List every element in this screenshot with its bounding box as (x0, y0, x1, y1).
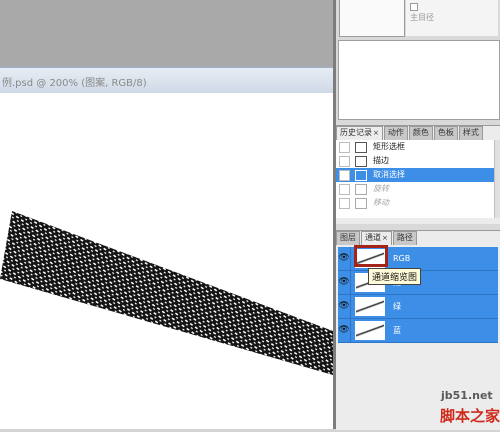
channel-label: 绿 (393, 302, 401, 311)
tab-history-label: 历史记录 (340, 128, 372, 137)
history-source-checkbox[interactable] (339, 141, 350, 153)
pattern-stripe-image (0, 211, 333, 375)
tab-layers-label: 图层 (340, 233, 356, 242)
history-source-checkbox[interactable] (339, 155, 350, 167)
history-source-checkbox[interactable] (339, 183, 350, 195)
right-panel-dock: 主目径 历史记录× 动作 颜色 色板 样式 矩形选框 描边 取消选择 旋转 移动… (336, 0, 500, 430)
history-item-label: 矩形选框 (373, 142, 405, 151)
channel-thumbnail-tooltip: 通道缩览图 (368, 268, 422, 285)
history-source-checkbox[interactable] (339, 197, 350, 209)
history-source-checkbox[interactable] (339, 169, 350, 181)
history-item[interactable]: 矩形选框 (336, 140, 494, 154)
info-panel-blank (338, 40, 500, 120)
tab-actions-label: 动作 (387, 128, 404, 137)
tab-color[interactable]: 颜色 (408, 126, 433, 140)
history-item-label: 描边 (373, 156, 389, 165)
deselect-icon (355, 169, 367, 181)
navigator-preview[interactable] (339, 0, 405, 37)
document-title: 例.psd @ 200% (图案, RGB/8) (2, 78, 147, 89)
tab-styles-label: 样式 (462, 128, 479, 137)
navigator-info: 主目径 (406, 0, 498, 36)
history-item-selected[interactable]: 取消选择 (336, 168, 494, 182)
tab-paths-label: 路径 (396, 233, 413, 242)
history-list: 矩形选框 描边 取消选择 旋转 移动 (336, 140, 494, 218)
marquee-icon (355, 141, 367, 153)
tab-actions[interactable]: 动作 (383, 126, 408, 140)
move-icon (355, 197, 367, 209)
history-panel: 历史记录× 动作 颜色 色板 样式 矩形选框 描边 取消选择 旋转 移动 (336, 125, 500, 224)
tab-channels[interactable]: 通道× (361, 231, 392, 245)
channel-row-blue[interactable]: 👁 蓝 (338, 319, 498, 343)
history-tab-strip: 历史记录× 动作 颜色 色板 样式 (336, 126, 500, 140)
tab-channels-label: 通道 (365, 233, 381, 242)
close-icon[interactable]: × (382, 234, 388, 242)
tab-swatches-label: 色板 (437, 128, 454, 137)
channel-label: RGB (393, 254, 411, 263)
history-item[interactable]: 移动 (336, 196, 494, 210)
history-item-label: 旋转 (373, 184, 389, 193)
close-icon[interactable]: × (373, 129, 379, 137)
document-titlebar[interactable]: 例.psd @ 200% (图案, RGB/8) (0, 67, 333, 94)
history-item-label: 移动 (373, 198, 389, 207)
eye-icon[interactable]: 👁 (338, 247, 351, 270)
watermark-logo-text: 脚本之家 (440, 407, 500, 425)
tab-layers[interactable]: 图层 (336, 231, 360, 245)
channel-row-green[interactable]: 👁 绿 (338, 295, 498, 319)
watermark-url: jb51.net (441, 389, 493, 402)
document-canvas[interactable] (0, 93, 333, 429)
navigator-label: 主目径 (410, 13, 434, 22)
eye-icon[interactable]: 👁 (338, 319, 351, 342)
navigator-checkbox[interactable] (410, 3, 418, 11)
channel-label: 蓝 (393, 326, 401, 335)
thumbnail-highlight-box (354, 245, 388, 267)
channel-thumbnail (355, 321, 385, 340)
channel-thumbnail (355, 297, 385, 316)
history-item[interactable]: 描边 (336, 154, 494, 168)
history-item[interactable]: 旋转 (336, 182, 494, 196)
channels-tab-strip: 图层 通道× 路径 (336, 231, 500, 245)
tab-history[interactable]: 历史记录× (336, 126, 383, 140)
history-scrollbar[interactable] (494, 140, 500, 218)
tab-color-label: 颜色 (412, 128, 429, 137)
stroke-icon (355, 155, 367, 167)
rotate-icon (355, 183, 367, 195)
tab-swatches[interactable]: 色板 (433, 126, 458, 140)
eye-icon[interactable]: 👁 (338, 295, 351, 318)
tab-styles[interactable]: 样式 (458, 126, 483, 140)
tab-paths[interactable]: 路径 (392, 231, 417, 245)
eye-icon[interactable]: 👁 (338, 271, 351, 294)
history-item-label: 取消选择 (373, 170, 405, 179)
